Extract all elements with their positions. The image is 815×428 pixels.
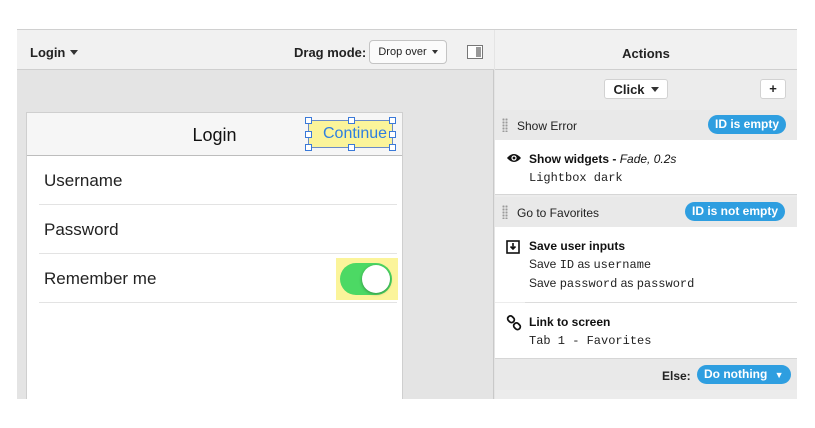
condition-badge[interactable]: ID is empty (708, 115, 787, 134)
resize-handle-e[interactable] (389, 131, 396, 138)
save-source: password (559, 277, 618, 291)
prototype-editor: Login Drag mode: Drop over Login Continu… (17, 29, 797, 399)
resize-handle-ne[interactable] (389, 117, 396, 124)
resize-handle-n[interactable] (348, 117, 355, 124)
else-dropdown[interactable]: Do nothing ▼ (697, 365, 791, 384)
canvas-pane: Login Drag mode: Drop over Login Continu… (17, 30, 494, 399)
username-label: Username (44, 171, 123, 190)
action-show-widgets[interactable]: Show widgets - Fade, 0.2s Lightbox dark (495, 140, 797, 195)
link-target: Tab 1 - Favorites (529, 334, 652, 348)
actions-pane: Actions Click + Show Error ID is empty S… (495, 30, 797, 399)
resize-handle-w[interactable] (305, 131, 312, 138)
drag-handle-icon[interactable] (502, 205, 508, 219)
remember-me-label: Remember me (44, 269, 157, 288)
else-value: Do nothing (704, 367, 768, 381)
save-mapping-line: Save password as password (529, 276, 694, 291)
action-title-text: Show widgets (529, 152, 610, 166)
link-icon (506, 315, 522, 331)
trigger-select[interactable]: Click (604, 79, 668, 99)
nav-bar: Login Continue (27, 113, 402, 156)
save-target: password (636, 277, 695, 291)
save-icon (506, 240, 520, 254)
drag-mode-label: Drag mode: (294, 45, 367, 60)
else-label: Else: (662, 369, 691, 383)
save-target: username (593, 258, 652, 272)
save-prefix: Save (529, 276, 557, 290)
continue-button-label: Continue (323, 125, 388, 142)
trigger-label: Click (613, 81, 645, 97)
remember-me-toggle[interactable] (340, 263, 392, 295)
canvas-toolbar: Login Drag mode: Drop over (17, 30, 494, 70)
add-action-button[interactable]: + (760, 79, 786, 99)
eye-icon (507, 154, 521, 162)
screen-selector-label: Login (30, 45, 66, 60)
password-label: Password (44, 220, 119, 239)
save-as: as (577, 257, 591, 271)
toggle-knob (362, 265, 390, 293)
toggle-highlight (336, 258, 398, 300)
drag-handle-icon[interactable] (502, 118, 508, 132)
resize-handle-s[interactable] (348, 144, 355, 151)
drag-mode-select[interactable]: Drop over (369, 40, 447, 64)
action-title: Show widgets - Fade, 0.2s (529, 152, 677, 166)
condition-label: Go to Favorites (517, 206, 600, 220)
actions-title: Actions (495, 30, 797, 70)
else-row: Else: Do nothing ▼ (495, 358, 797, 390)
save-prefix: Save (529, 257, 557, 271)
save-mapping-line: Save ID as username (529, 257, 651, 272)
action-link-to-screen[interactable]: Link to screen Tab 1 - Favorites (495, 303, 797, 358)
resize-handle-nw[interactable] (305, 117, 312, 124)
condition-show-error[interactable]: Show Error ID is empty (495, 110, 797, 140)
username-row[interactable]: Username (39, 156, 397, 205)
action-detail: Fade, 0.2s (619, 152, 677, 166)
phone-screen: Login Continue Username Password Remembe… (26, 112, 403, 399)
chevron-down-icon (70, 50, 79, 55)
screen-selector[interactable]: Login (30, 45, 79, 60)
condition-go-to-favorites[interactable]: Go to Favorites ID is not empty (495, 197, 797, 227)
save-source: ID (559, 258, 575, 272)
password-row[interactable]: Password (39, 205, 397, 254)
resize-handle-se[interactable] (389, 144, 396, 151)
condition-badge[interactable]: ID is not empty (685, 202, 786, 221)
save-as: as (620, 276, 634, 290)
form-rows: Username Password Remember me (39, 156, 398, 303)
remember-me-row: Remember me (39, 254, 398, 303)
action-save-user-inputs[interactable]: Save user inputs Save ID as username Sav… (495, 227, 797, 302)
chevron-down-icon (650, 86, 659, 92)
drag-mode-value: Drop over (378, 46, 427, 58)
continue-button[interactable]: Continue (305, 117, 396, 151)
action-title: Save user inputs (529, 239, 626, 253)
action-title: Link to screen (529, 315, 611, 329)
resize-handle-sw[interactable] (305, 144, 312, 151)
action-target: Lightbox dark (529, 171, 623, 185)
chevron-down-icon (431, 50, 438, 54)
chevron-down-icon: ▼ (774, 370, 784, 380)
toggle-panel-icon[interactable] (467, 45, 483, 59)
condition-label: Show Error (517, 119, 578, 133)
